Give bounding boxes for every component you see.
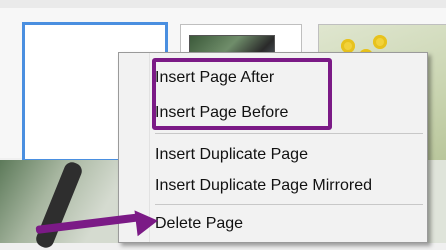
highlight-box-annotation [152, 58, 332, 130]
branch-image [33, 159, 85, 250]
menu-item-delete-page[interactable]: Delete Page [155, 212, 243, 236]
flower-image [341, 39, 355, 53]
flower-image [373, 35, 387, 49]
menu-separator [155, 133, 423, 134]
menu-item-insert-duplicate-page[interactable]: Insert Duplicate Page [155, 143, 308, 167]
menu-separator [155, 204, 423, 205]
menu-item-insert-duplicate-page-mirrored[interactable]: Insert Duplicate Page Mirrored [155, 174, 372, 198]
arrow-right-icon [134, 207, 160, 237]
